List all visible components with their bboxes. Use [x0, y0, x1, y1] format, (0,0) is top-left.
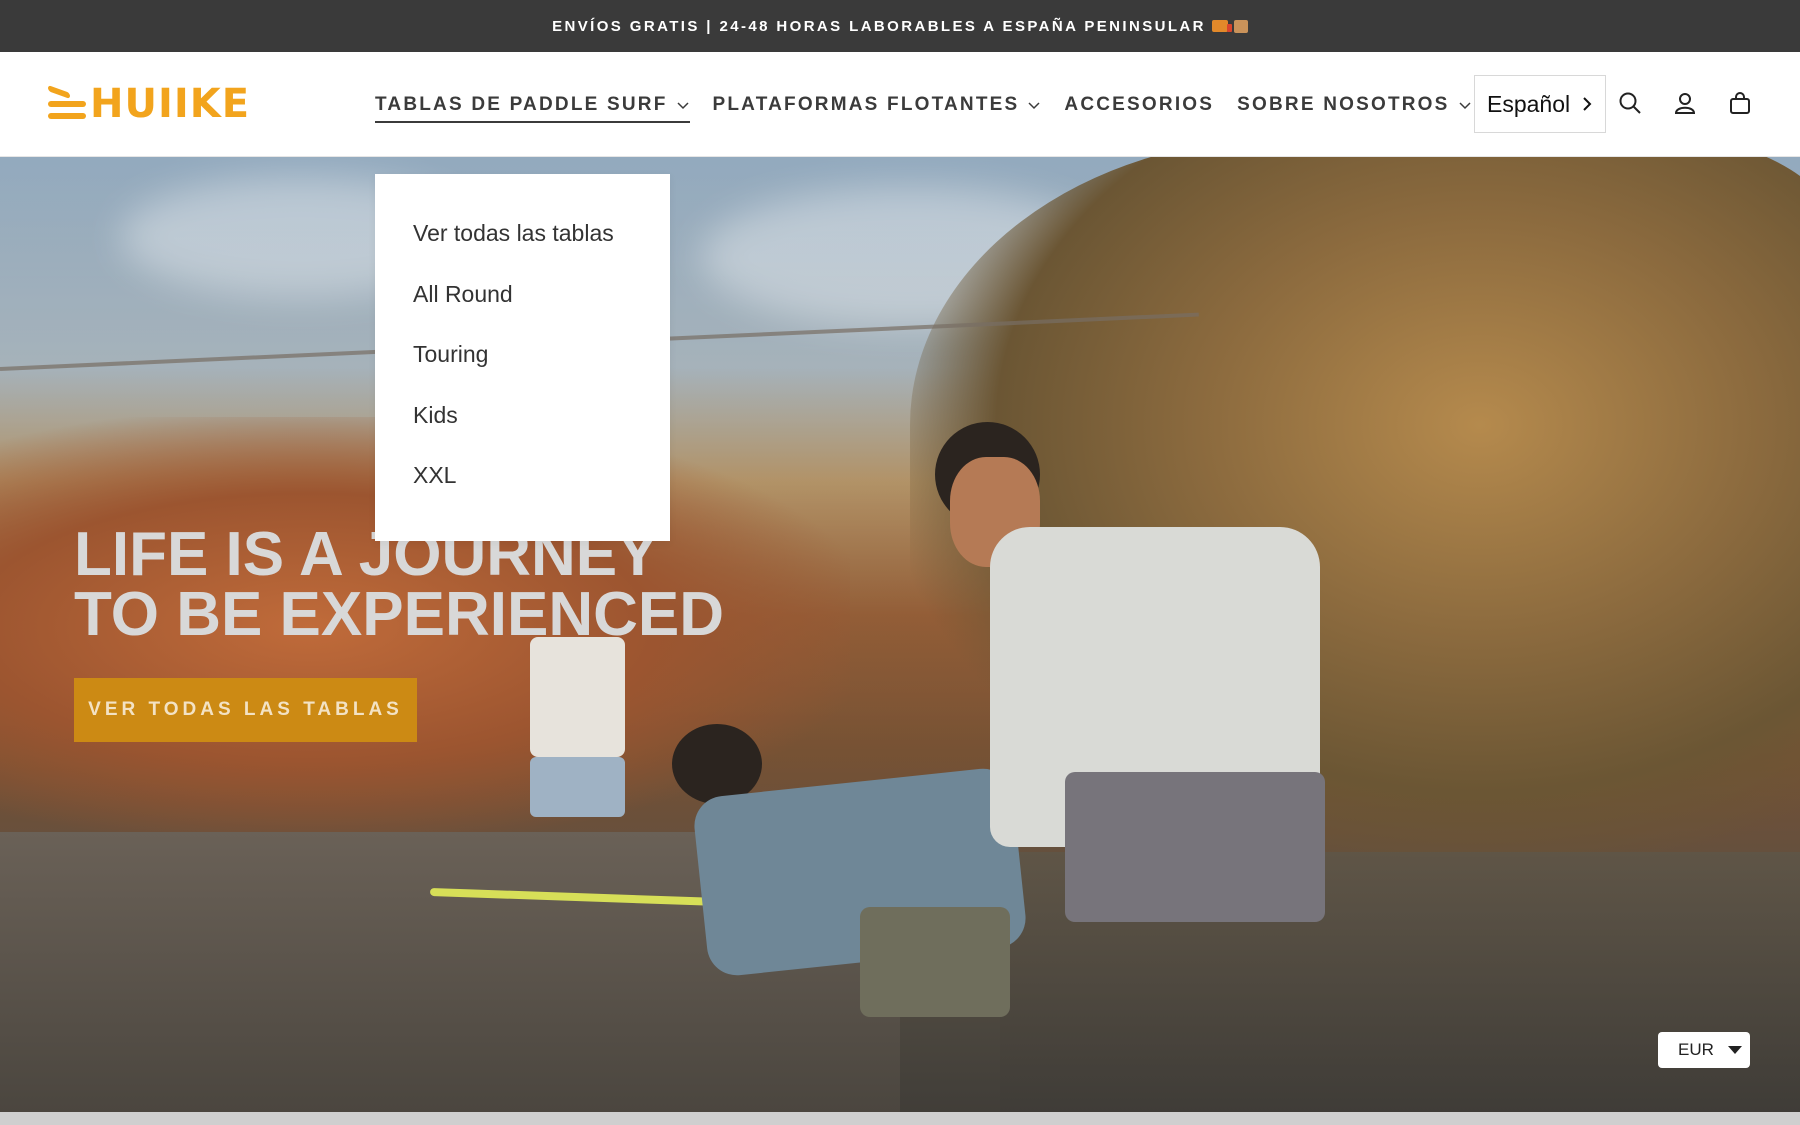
chevron-right-icon — [1583, 97, 1592, 111]
chevron-down-icon — [676, 101, 689, 109]
package-icon — [1233, 19, 1248, 33]
cart-button[interactable] — [1726, 89, 1754, 117]
nav-item-label: SOBRE NOSOTROS — [1237, 93, 1450, 115]
dropdown-item-xxl[interactable]: XXL — [375, 461, 670, 522]
hero-title-line: TO BE EXPERIENCED — [74, 580, 725, 649]
shipping-emoji-icons — [1211, 19, 1248, 33]
hero-title: LIFE IS A JOURNEY TO BE EXPERIENCED — [74, 524, 725, 649]
nav-item-label: TABLAS DE PADDLE SURF — [375, 93, 668, 115]
search-button[interactable] — [1616, 89, 1644, 117]
dropdown-item-kids[interactable]: Kids — [375, 401, 670, 462]
account-button[interactable] — [1671, 89, 1699, 117]
search-icon — [1619, 92, 1641, 114]
hero-banner: LIFE IS A JOURNEY TO BE EXPERIENCED VER … — [0, 157, 1800, 1112]
truck-icon — [1211, 19, 1232, 32]
hero-person-tall-shorts — [1065, 772, 1325, 922]
chevron-down-icon — [1028, 101, 1040, 109]
dropdown-item-ver-todas[interactable]: Ver todas las tablas — [375, 219, 670, 280]
hero-sea — [900, 852, 1800, 1112]
tablas-dropdown-menu: Ver todas las tablas All Round Touring K… — [375, 174, 670, 541]
nav-item-plataformas[interactable]: PLATAFORMAS FLOTANTES — [713, 85, 1042, 125]
nav-item-sobre-nosotros[interactable]: SOBRE NOSOTROS — [1237, 85, 1471, 125]
nav-item-label: ACCESORIOS — [1064, 93, 1215, 115]
caret-down-icon — [1728, 1046, 1742, 1054]
language-label: Español — [1487, 90, 1571, 117]
hero-person-crouching-head — [672, 724, 762, 804]
hero-person-crouching-shorts — [860, 907, 1010, 1017]
site-header: HUIIKE TABLAS DE PADDLE SURF PLATAFORMAS… — [0, 52, 1800, 157]
account-icon — [1674, 93, 1696, 114]
wave-logo-icon — [48, 84, 86, 121]
main-nav: TABLAS DE PADDLE SURF PLATAFORMAS FLOTAN… — [375, 52, 1495, 157]
hero-person-girl-shorts — [530, 757, 625, 817]
view-all-boards-button[interactable]: VER TODAS LAS TABLAS — [74, 678, 417, 742]
dropdown-item-all-round[interactable]: All Round — [375, 280, 670, 341]
nav-item-tablas[interactable]: TABLAS DE PADDLE SURF — [375, 85, 690, 125]
language-selector[interactable]: Español — [1474, 75, 1606, 133]
currency-selector[interactable]: EUR — [1658, 1032, 1750, 1068]
chevron-down-icon — [1459, 101, 1471, 109]
announcement-bar: ENVÍOS GRATIS | 24-48 HORAS LABORABLES A… — [0, 0, 1800, 52]
announcement-text: ENVÍOS GRATIS | 24-48 HORAS LABORABLES A… — [552, 17, 1206, 35]
logo-text: HUIIKE — [90, 81, 251, 127]
cart-icon — [1730, 92, 1750, 114]
dropdown-item-touring[interactable]: Touring — [375, 340, 670, 401]
currency-label: EUR — [1678, 1040, 1714, 1059]
nav-item-label: PLATAFORMAS FLOTANTES — [712, 93, 1020, 115]
hero-person-girl — [530, 637, 625, 757]
bottom-strip — [0, 1112, 1800, 1125]
logo[interactable]: HUIIKE — [48, 82, 250, 126]
nav-item-accesorios[interactable]: ACCESORIOS — [1064, 85, 1214, 125]
